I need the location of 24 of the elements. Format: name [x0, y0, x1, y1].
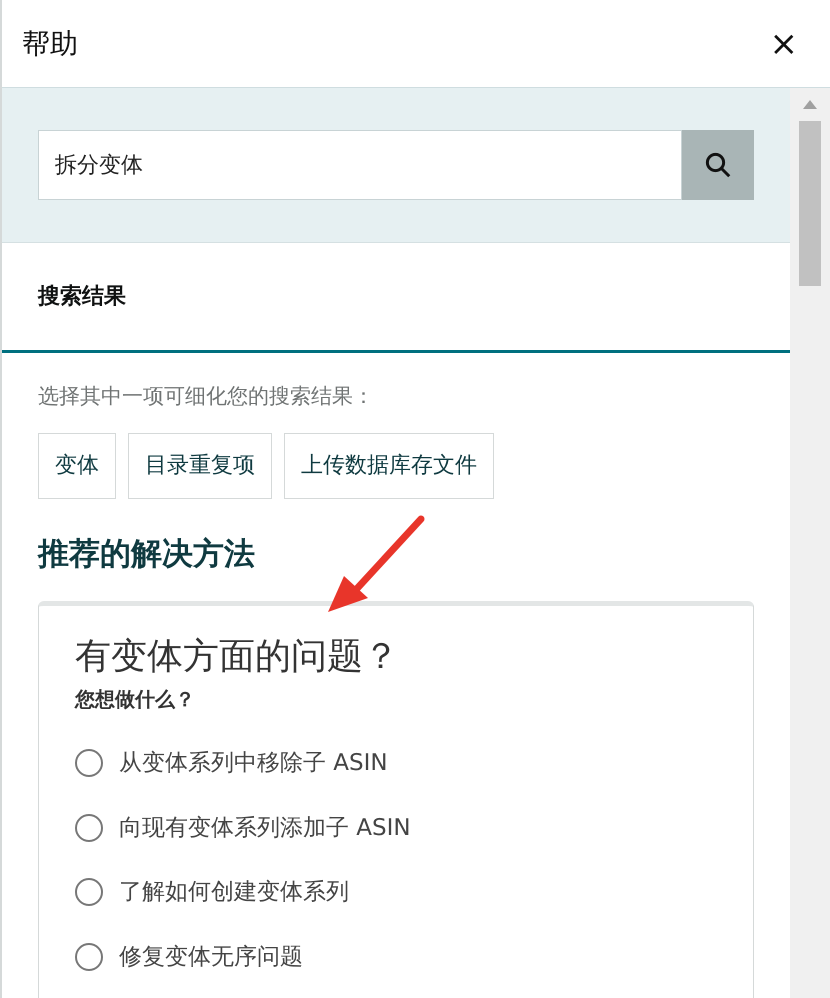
results-tab[interactable]: 搜索结果 — [38, 280, 126, 313]
radio-button[interactable] — [75, 942, 103, 971]
filter-chip[interactable]: 变体 — [38, 432, 116, 498]
radio-label[interactable]: 向现有变体系列添加子 ASIN — [119, 810, 411, 845]
filter-chip[interactable]: 上传数据库存文件 — [284, 432, 494, 498]
radio-button[interactable] — [75, 814, 103, 842]
radio-button[interactable] — [75, 878, 103, 906]
panel-title: 帮助 — [22, 26, 78, 62]
radio-button[interactable] — [75, 749, 103, 778]
radio-label[interactable]: 从变体系列中移除子 ASIN — [119, 746, 388, 780]
radio-label[interactable]: 了解如何创建变体系列 — [119, 875, 349, 910]
scrollbar[interactable] — [790, 88, 830, 998]
card-question: 您想做什么？ — [75, 686, 196, 713]
radio-label[interactable]: 修复变体无序问题 — [119, 940, 303, 974]
filter-chip[interactable]: 目录重复项 — [128, 432, 272, 498]
refine-hint: 选择其中一项可细化您的搜索结果： — [38, 383, 375, 410]
scroll-up-icon[interactable] — [803, 100, 817, 109]
search-button[interactable] — [682, 130, 754, 200]
search-field[interactable]: 拆分变体 — [38, 130, 682, 200]
card-title: 有变体方面的问题？ — [75, 635, 400, 679]
search-icon — [703, 150, 733, 180]
section-heading: 推荐的解决方法 — [38, 534, 256, 574]
scrollbar-thumb[interactable] — [799, 121, 821, 286]
close-button[interactable]: × — [770, 26, 798, 60]
